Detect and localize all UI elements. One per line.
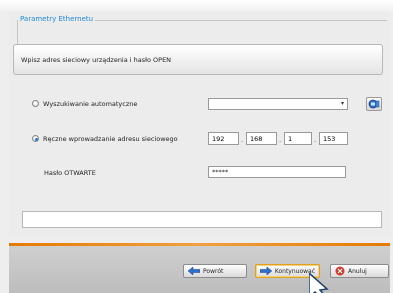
chevron-down-icon[interactable]: ▾ bbox=[341, 100, 344, 107]
ip-octet-4-input[interactable] bbox=[319, 132, 348, 145]
network-search-icon bbox=[368, 99, 380, 109]
instruction-text: Wpisz adres sieciowy urządzenia i hasło … bbox=[21, 56, 172, 64]
auto-search-radio[interactable] bbox=[32, 100, 39, 107]
network-search-button[interactable] bbox=[366, 97, 382, 111]
group-border-top bbox=[95, 20, 387, 21]
password-value: ***** bbox=[212, 168, 229, 176]
top-band bbox=[0, 0, 393, 12]
ip-octet-3-input[interactable] bbox=[284, 132, 312, 145]
ethernet-settings-window: Parametry Ethernetu Wpisz adres sieciowy… bbox=[0, 0, 393, 293]
device-select[interactable]: ▾ bbox=[208, 98, 348, 110]
auto-search-label[interactable]: Wyszukiwanie automatyczne bbox=[43, 100, 137, 108]
status-box bbox=[22, 211, 382, 228]
ip-octet-1-input[interactable] bbox=[208, 132, 239, 145]
password-field[interactable]: ***** bbox=[208, 166, 346, 178]
ip-octet-2-input[interactable] bbox=[246, 132, 277, 145]
back-button-label: Powrót bbox=[203, 267, 224, 275]
arrow-right-icon bbox=[260, 267, 272, 275]
instruction-box: Wpisz adres sieciowy urządzenia i hasło … bbox=[13, 44, 383, 75]
manual-address-label[interactable]: Ręczne wprowadzanie adresu sieciowego bbox=[43, 135, 178, 143]
arrow-left-icon bbox=[188, 267, 200, 275]
back-button[interactable]: Powrót bbox=[183, 264, 247, 278]
password-label: Hasło OTWARTE bbox=[44, 169, 96, 177]
ip-separator-2: . bbox=[279, 136, 282, 144]
cancel-button-label: Anuluj bbox=[348, 267, 367, 275]
group-title: Parametry Ethernetu bbox=[18, 15, 96, 23]
pointer-cursor-icon bbox=[309, 273, 329, 293]
manual-address-radio[interactable] bbox=[32, 135, 39, 142]
ip-separator-3: . bbox=[314, 136, 317, 144]
ip-separator-1: . bbox=[241, 136, 244, 144]
